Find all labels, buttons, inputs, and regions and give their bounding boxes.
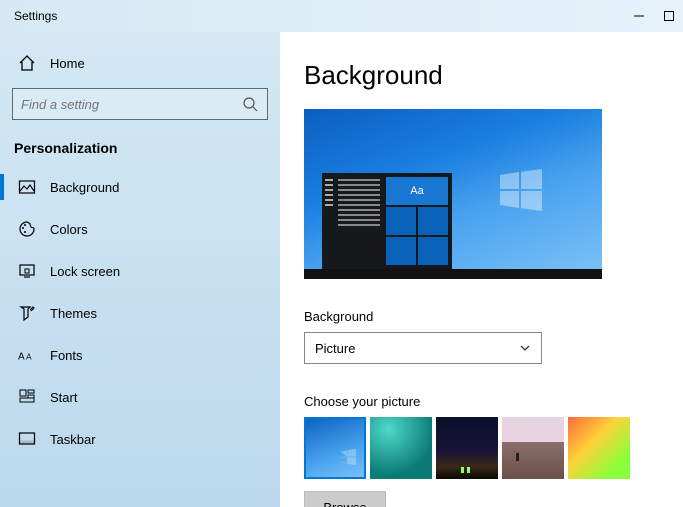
nav-label: Colors [50, 222, 88, 237]
picture-thumb-5[interactable] [568, 417, 630, 479]
nav-label: Taskbar [50, 432, 96, 447]
preview-sample-text: Aa [386, 177, 448, 205]
browse-button[interactable]: Browse [304, 491, 386, 507]
window-title: Settings [14, 9, 57, 23]
picture-icon [18, 178, 36, 196]
background-label: Background [304, 309, 659, 324]
section-header: Personalization [0, 130, 280, 168]
windows-logo-icon [500, 169, 542, 211]
background-dropdown[interactable]: Picture [304, 332, 542, 364]
svg-text:A: A [26, 353, 32, 362]
settings-window: Settings Home Personalizat [0, 0, 683, 507]
choose-picture-label: Choose your picture [304, 394, 659, 409]
dropdown-value: Picture [315, 341, 355, 356]
picture-thumbnails [304, 417, 659, 479]
maximize-button[interactable] [663, 10, 675, 22]
picture-thumb-3[interactable] [436, 417, 498, 479]
nav-item-taskbar[interactable]: Taskbar [0, 420, 280, 458]
nav-item-themes[interactable]: Themes [0, 294, 280, 332]
sidebar: Home Personalization Background [0, 32, 280, 507]
home-label: Home [50, 56, 85, 71]
nav-item-lockscreen[interactable]: Lock screen [0, 252, 280, 290]
startmenu-preview: Aa [322, 173, 452, 269]
main-panel: Background Aa Background Picture [280, 32, 683, 507]
window-controls [633, 10, 675, 22]
titlebar: Settings [0, 0, 683, 32]
svg-text:A: A [18, 352, 25, 363]
picture-thumb-4[interactable] [502, 417, 564, 479]
nav-label: Fonts [50, 348, 83, 363]
picture-thumb-1[interactable] [304, 417, 366, 479]
start-icon [18, 388, 36, 406]
home-button[interactable]: Home [0, 44, 280, 82]
content: Home Personalization Background [0, 32, 683, 507]
desktop-preview: Aa [304, 109, 602, 279]
search-icon [241, 95, 259, 113]
nav-list: Background Colors Lock screen [0, 168, 280, 458]
palette-icon [18, 220, 36, 238]
minimize-button[interactable] [633, 10, 645, 22]
picture-thumb-2[interactable] [370, 417, 432, 479]
nav-label: Lock screen [50, 264, 120, 279]
chevron-down-icon [519, 342, 531, 354]
fonts-icon: AA [18, 346, 36, 364]
taskbar-preview [304, 269, 602, 279]
lockscreen-icon [18, 262, 36, 280]
nav-item-background[interactable]: Background [0, 168, 280, 206]
nav-label: Background [50, 180, 119, 195]
nav-item-fonts[interactable]: AA Fonts [0, 336, 280, 374]
nav-item-start[interactable]: Start [0, 378, 280, 416]
search-field[interactable] [21, 97, 241, 112]
themes-icon [18, 304, 36, 322]
search-input[interactable] [12, 88, 268, 120]
home-icon [18, 54, 36, 72]
nav-label: Start [50, 390, 77, 405]
page-title: Background [304, 60, 659, 91]
search-container [0, 82, 280, 130]
taskbar-icon [18, 430, 36, 448]
nav-item-colors[interactable]: Colors [0, 210, 280, 248]
nav-label: Themes [50, 306, 97, 321]
